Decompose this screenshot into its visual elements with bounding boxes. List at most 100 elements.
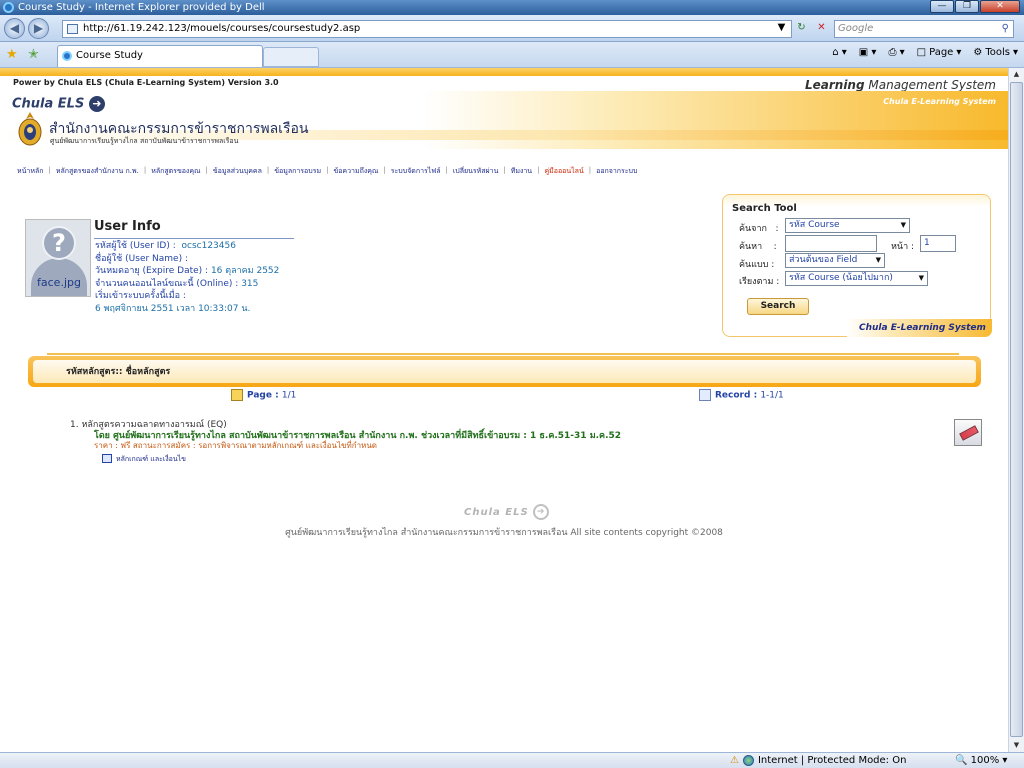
refresh-icon[interactable]: ↻: [793, 20, 810, 36]
search-tool-panel: Search Tool ค้นจาก : รหัส Course ▼ ค้นหา …: [722, 194, 992, 337]
enroll-button[interactable]: [954, 419, 982, 446]
nav-home[interactable]: หน้าหลัก: [17, 166, 43, 177]
nav-ocsc-courses[interactable]: หลักสูตรของสำนักงาน ก.พ.: [56, 166, 139, 177]
window-controls: — ❐ ✕: [930, 0, 1020, 13]
search-sort-label: เรียงตาม :: [739, 277, 780, 287]
footer-arrow-icon: ➜: [533, 504, 550, 520]
search-tool-title: Search Tool: [732, 203, 797, 214]
minimize-button[interactable]: —: [930, 0, 954, 13]
search-input[interactable]: Google ⚲: [834, 20, 1014, 38]
favorites-star-icon[interactable]: ★: [6, 47, 18, 62]
forward-button[interactable]: ▶: [28, 18, 49, 39]
nav-online-manual[interactable]: คู่มือออนไลน์: [544, 166, 583, 177]
restore-button[interactable]: ❐: [955, 0, 979, 13]
document-icon: [102, 454, 112, 463]
window-title: Course Study - Internet Explorer provide…: [18, 2, 265, 13]
search-from-label: ค้นจาก :: [739, 224, 779, 234]
user-info-divider: [94, 238, 294, 239]
search-sort-value: รหัส Course (น้อยไปมาก): [789, 273, 893, 283]
search-sort-select[interactable]: รหัส Course (น้อยไปมาก) ▼: [785, 271, 928, 286]
page-menu[interactable]: □ Page ▾: [917, 47, 962, 58]
course-conditions-label: หลักเกณฑ์ และเงื่อนไข: [116, 454, 186, 463]
chevron-down-icon: ▼: [875, 256, 881, 264]
zoom-value: 100%: [970, 755, 1000, 766]
nav-team[interactable]: ทีมงาน: [511, 166, 532, 177]
user-info-title: User Info: [94, 219, 161, 234]
command-bar: ⌂ ▾ ▣ ▾ ⎙ ▾ □ Page ▾ ⚙ Tools ▾: [832, 47, 1018, 58]
copyright-text: ศูนย์พัฒนาการเรียนรู้ทางไกล สำนักงานคณะก…: [285, 528, 723, 538]
expire-value: 16 ตุลาคม 2552: [210, 266, 280, 276]
stop-icon[interactable]: ✕: [813, 20, 830, 36]
online-value: 315: [241, 278, 259, 289]
search-keyword-input[interactable]: [785, 235, 877, 252]
security-zone[interactable]: ⚠ Internet | Protected Mode: On: [730, 753, 906, 768]
online-row: จำนวนคนออนไลน์ขณะนี้ (Online) : 315: [95, 278, 279, 291]
home-button[interactable]: ⌂ ▾: [832, 47, 847, 58]
course-item: 1. หลักสูตรความฉลาดทางอารมณ์ (EQ) โดย ศู…: [70, 420, 621, 464]
status-bar: ⚠ Internet | Protected Mode: On 🔍 100% ▾: [0, 752, 1024, 768]
course-conditions-link[interactable]: หลักเกณฑ์ และเงื่อนไข: [70, 454, 621, 465]
course-list-title: รหัสหลักสูตร:: ชื่อหลักสูตร: [66, 367, 171, 377]
search-icon[interactable]: ⚲: [1002, 21, 1009, 37]
feeds-button[interactable]: ▣ ▾: [859, 47, 877, 58]
eraser-icon: [959, 425, 979, 441]
expire-label: วันหมดอายุ (Expire Date) :: [95, 266, 209, 276]
ocsc-emblem-icon: [18, 112, 42, 146]
tab-title: Course Study: [76, 50, 143, 61]
search-button[interactable]: Search: [747, 298, 809, 315]
search-page-input[interactable]: 1: [920, 235, 956, 252]
vertical-scrollbar[interactable]: ▲ ▼: [1008, 68, 1024, 752]
scroll-down-icon[interactable]: ▼: [1009, 739, 1024, 752]
nav-profile[interactable]: ข้อมูลส่วนบุคคล: [213, 166, 262, 177]
back-button[interactable]: ◀: [4, 18, 25, 39]
footer-logo: Chula ELS ➜: [464, 504, 550, 520]
nav-logout[interactable]: ออกจากระบบ: [596, 166, 637, 177]
record-label: Record :: [715, 390, 758, 401]
nav-messages[interactable]: ข้อความถึงคุณ: [333, 166, 378, 177]
search-from-select[interactable]: รหัส Course ▼: [785, 218, 910, 233]
org-subtitle: ศูนย์พัฒนาการเรียนรู้ทางไกล สถาบันพัฒนาข…: [50, 137, 239, 145]
page-menu-label: Page: [929, 47, 954, 58]
add-favorites-icon[interactable]: ✭: [28, 47, 39, 62]
tools-menu-label: Tools: [985, 47, 1010, 58]
search-mode-value: ส่วนต้นของ Field: [789, 255, 858, 265]
nav-change-password[interactable]: เปลี่ยนรหัสผ่าน: [453, 166, 498, 177]
page-indicator: Page : 1/1: [231, 389, 296, 401]
dropdown-arrow-icon[interactable]: ▼: [773, 20, 790, 36]
brand-text: Chula ELS: [12, 96, 85, 112]
nav-file-manager[interactable]: ระบบจัดการไฟล์: [391, 166, 441, 177]
brand-logo: Chula ELS ➜: [12, 96, 105, 112]
zoom-control[interactable]: 🔍 100% ▾: [955, 753, 1007, 768]
tools-menu[interactable]: ⚙ Tools ▾: [973, 47, 1018, 58]
globe-icon: [742, 755, 754, 766]
user-info-details: รหัสผู้ใช้ (User ID) : ocsc123456 ชื่อผู…: [95, 240, 279, 315]
scroll-up-icon[interactable]: ▲: [1009, 68, 1024, 81]
search-mode-label: ค้นแบบ :: [739, 260, 775, 270]
close-button[interactable]: ✕: [980, 0, 1020, 13]
search-mode-select[interactable]: ส่วนต้นของ Field ▼: [785, 253, 885, 268]
top-navigation: หน้าหลัก | หลักสูตรของสำนักงาน ก.พ. | หลัก…: [17, 166, 638, 177]
new-tab-button[interactable]: [263, 47, 319, 67]
footer-logo-text: Chula ELS: [464, 507, 529, 518]
header-top-strip: [0, 68, 1008, 76]
nav-my-courses[interactable]: หลักสูตรของคุณ: [151, 166, 200, 177]
first-login-label: เริ่มเข้าระบบครั้งนี้เมื่อ :: [95, 291, 186, 301]
print-button[interactable]: ⎙ ▾: [888, 47, 904, 58]
window-titlebar: Course Study - Internet Explorer provide…: [0, 0, 1024, 15]
brand-arrow-icon: ➜: [88, 96, 105, 112]
tab-course-study[interactable]: Course Study: [57, 45, 263, 67]
scroll-thumb[interactable]: [1010, 82, 1023, 737]
page-value: 1/1: [281, 390, 297, 401]
page-note-icon: [231, 389, 243, 401]
nav-training-info[interactable]: ข้อมูลการอบรม: [274, 166, 321, 177]
course-provider: โดย ศูนย์พัฒนาการเรียนรู้ทางไกล สถาบันพั…: [94, 430, 622, 441]
url-input[interactable]: http://61.19.242.123/mouels/courses/cour…: [62, 20, 792, 38]
record-note-icon: [699, 389, 711, 401]
course-title[interactable]: 1. หลักสูตรความฉลาดทางอารมณ์ (EQ): [70, 420, 621, 431]
search-find-label: ค้นหา :: [739, 242, 777, 252]
user-name-row: ชื่อผู้ใช้ (User Name) :: [95, 253, 279, 266]
tab-bar: ★ ✭ Course Study ⌂ ▾ ▣ ▾ ⎙ ▾ □ Page ▾ ⚙ …: [0, 42, 1024, 68]
user-id-row: รหัสผู้ใช้ (User ID) : ocsc123456: [95, 240, 279, 253]
online-label: จำนวนคนออนไลน์ขณะนี้ (Online) :: [95, 278, 239, 289]
user-id-label: รหัสผู้ใช้ (User ID) :: [95, 241, 176, 251]
